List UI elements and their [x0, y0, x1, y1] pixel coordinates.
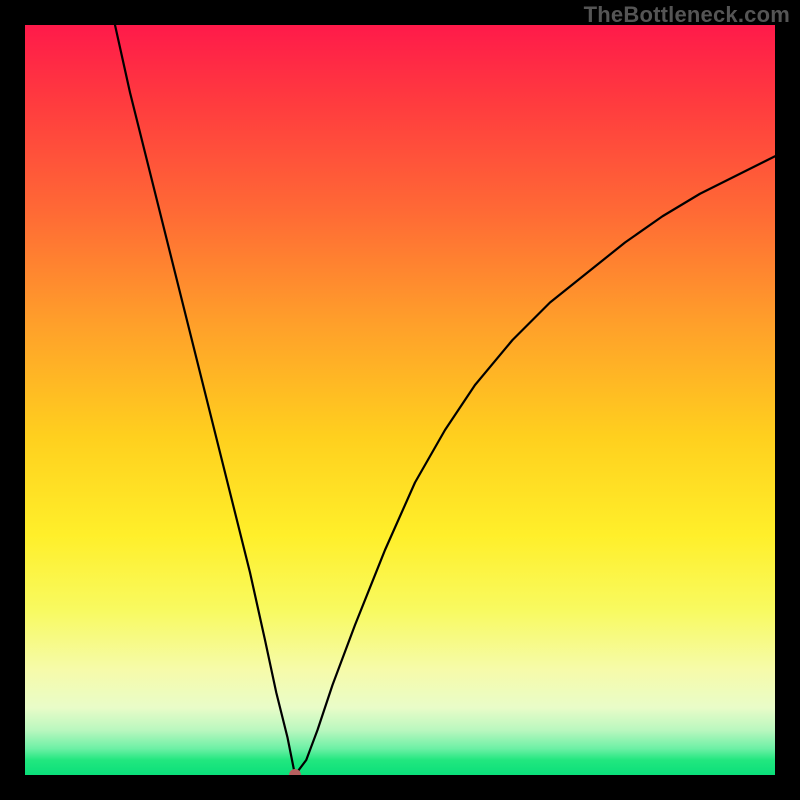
plot-area: [25, 25, 775, 775]
chart-frame: TheBottleneck.com: [0, 0, 800, 800]
curve-layer: [25, 25, 775, 775]
bottleneck-curve: [115, 25, 775, 775]
